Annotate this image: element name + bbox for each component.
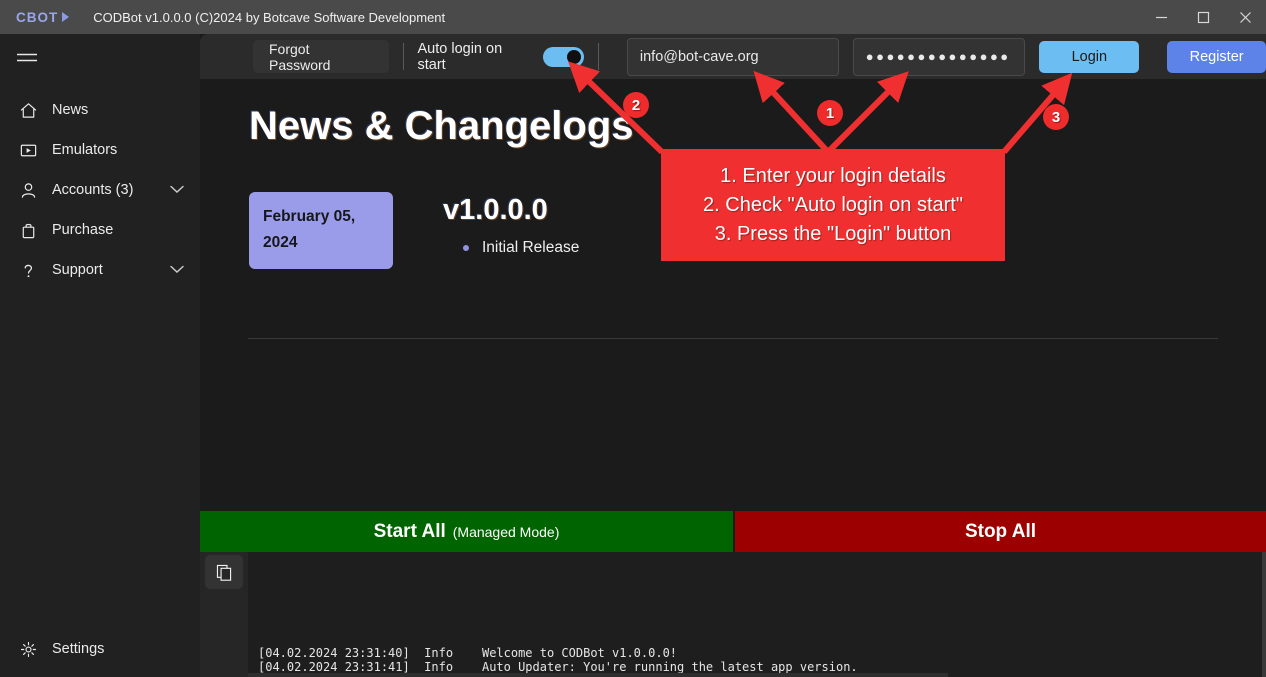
- toggle-knob: [567, 50, 581, 64]
- play-caret-icon: [62, 12, 69, 22]
- log-line: [04.02.2024 23:31:40] Info Welcome to CO…: [258, 646, 1266, 660]
- log-line: [04.02.2024 23:31:41] Info Auto Updater:…: [258, 660, 1266, 674]
- sidebar-nav: News Emulators Accounts (3): [0, 90, 200, 290]
- chevron-down-icon[interactable]: [170, 262, 184, 278]
- content-divider: [248, 338, 1218, 339]
- start-all-button[interactable]: Start All (Managed Mode): [200, 511, 735, 552]
- step-badge-2: 2: [623, 92, 649, 118]
- window-title: CODBot v1.0.0.0 (C)2024 by Botcave Softw…: [93, 10, 445, 25]
- hamburger-icon[interactable]: [0, 34, 200, 82]
- log-horizontal-scrollbar[interactable]: [248, 673, 1266, 677]
- callout-line: 3. Press the "Login" button: [715, 220, 952, 249]
- sidebar-item-purchase[interactable]: Purchase: [0, 210, 200, 250]
- home-icon: [14, 101, 42, 120]
- auto-login-label: Auto login on start: [418, 41, 532, 73]
- close-icon[interactable]: [1224, 0, 1266, 34]
- sidebar-item-label: Emulators: [52, 142, 117, 158]
- bag-icon: [14, 221, 42, 240]
- log-toolbar: [200, 552, 248, 677]
- login-button[interactable]: Login: [1039, 41, 1139, 73]
- user-icon: [14, 181, 42, 200]
- action-bar: Start All (Managed Mode) Stop All: [200, 511, 1266, 552]
- sidebar-item-label: Support: [52, 262, 103, 278]
- copy-icon[interactable]: [205, 555, 243, 589]
- monitor-icon: [14, 141, 42, 160]
- release-block: v1.0.0.0 Initial Release: [443, 192, 579, 257]
- step-badge-3: 3: [1043, 104, 1069, 130]
- gear-icon: [14, 640, 42, 659]
- app-logo: CBOT: [16, 10, 69, 25]
- page-title: News & Changelogs: [249, 104, 634, 149]
- sidebar-item-label: Accounts (3): [52, 182, 133, 198]
- password-input[interactable]: ●●●●●●●●●●●●●●: [853, 38, 1026, 76]
- sidebar: News Emulators Accounts (3): [0, 34, 200, 677]
- bullet-icon: [463, 245, 469, 251]
- app-logo-text: CBOT: [16, 10, 58, 25]
- maximize-icon[interactable]: [1182, 0, 1224, 34]
- sidebar-item-label: Settings: [52, 641, 104, 657]
- log-panel: [04.02.2024 23:31:40] Info Welcome to CO…: [200, 552, 1266, 677]
- sidebar-item-emulators[interactable]: Emulators: [0, 130, 200, 170]
- app-window: CBOT CODBot v1.0.0.0 (C)2024 by Botcave …: [0, 0, 1266, 677]
- release-item-list: Initial Release: [463, 239, 579, 257]
- window-controls: [1140, 0, 1266, 34]
- sidebar-item-label: News: [52, 102, 88, 118]
- start-all-mode-label: (Managed Mode): [453, 524, 560, 540]
- register-button[interactable]: Register: [1167, 41, 1266, 73]
- title-bar: CBOT CODBot v1.0.0.0 (C)2024 by Botcave …: [0, 0, 1266, 34]
- forgot-password-button[interactable]: Forgot Password: [253, 40, 389, 73]
- callout-line: 2. Check "Auto login on start": [703, 191, 963, 220]
- toolbar-separator: [403, 43, 404, 70]
- start-all-label: Start All: [374, 521, 446, 543]
- sidebar-item-settings[interactable]: Settings: [0, 629, 200, 669]
- log-vertical-scrollbar[interactable]: [1262, 552, 1266, 677]
- email-input[interactable]: info@bot-cave.org: [627, 38, 839, 76]
- news-date-badge: February 05, 2024: [249, 192, 393, 269]
- sidebar-item-label: Purchase: [52, 222, 113, 238]
- step-badge-1: 1: [817, 100, 843, 126]
- toolbar-separator: [598, 43, 599, 70]
- release-item-label: Initial Release: [482, 239, 579, 257]
- stop-all-button[interactable]: Stop All: [735, 511, 1266, 552]
- chevron-down-icon[interactable]: [170, 182, 184, 198]
- login-toolbar: Forgot Password Auto login on start info…: [200, 34, 1266, 79]
- callout-line: 1. Enter your login details: [720, 162, 946, 191]
- auto-login-toggle[interactable]: [543, 47, 584, 67]
- instruction-callout: 1. Enter your login details 2. Check "Au…: [661, 149, 1005, 261]
- sidebar-item-support[interactable]: Support: [0, 250, 200, 290]
- sidebar-item-news[interactable]: News: [0, 90, 200, 130]
- list-item: Initial Release: [463, 239, 579, 257]
- news-content: News & Changelogs February 05, 2024 v1.0…: [200, 79, 1266, 511]
- minimize-icon[interactable]: [1140, 0, 1182, 34]
- sidebar-item-accounts[interactable]: Accounts (3): [0, 170, 200, 210]
- log-output[interactable]: [04.02.2024 23:31:40] Info Welcome to CO…: [248, 552, 1266, 677]
- news-entry: February 05, 2024 v1.0.0.0 Initial Relea…: [249, 192, 579, 269]
- release-version: v1.0.0.0: [443, 194, 579, 227]
- question-icon: [14, 261, 42, 280]
